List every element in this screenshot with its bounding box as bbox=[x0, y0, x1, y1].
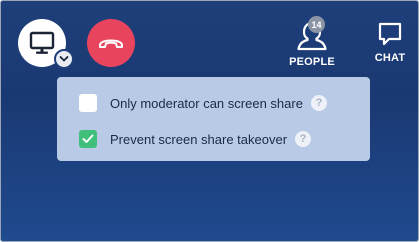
screen-share-options-toggle[interactable] bbox=[54, 49, 74, 69]
screen-share-options-menu: Only moderator can screen share ? Preven… bbox=[57, 77, 370, 161]
people-label: PEOPLE bbox=[289, 56, 335, 68]
checkmark-icon bbox=[82, 134, 94, 143]
prevent-takeover-label: Prevent screen share takeover bbox=[110, 131, 288, 147]
help-icon[interactable]: ? bbox=[295, 131, 312, 147]
chevron-down-icon bbox=[59, 56, 69, 62]
option-prevent-takeover[interactable]: Prevent screen share takeover ? bbox=[57, 125, 370, 153]
help-icon[interactable]: ? bbox=[310, 95, 327, 111]
meeting-stage: 14 PEOPLE CHAT Only moderator can screen… bbox=[0, 0, 419, 242]
people-icon-wrap: 14 bbox=[295, 16, 329, 53]
chat-button[interactable]: CHAT bbox=[369, 19, 411, 64]
chat-label: CHAT bbox=[374, 52, 406, 64]
prevent-takeover-checkbox[interactable] bbox=[79, 130, 97, 148]
only-moderator-label: Only moderator can screen share bbox=[110, 95, 303, 111]
hang-up-button[interactable] bbox=[87, 19, 135, 67]
chat-bubble-icon bbox=[378, 22, 402, 46]
people-button[interactable]: 14 PEOPLE bbox=[287, 16, 337, 68]
option-only-moderator[interactable]: Only moderator can screen share ? bbox=[57, 89, 370, 117]
phone-hangup-icon bbox=[99, 39, 123, 48]
monitor-icon bbox=[29, 31, 55, 54]
people-count-badge: 14 bbox=[308, 16, 325, 33]
only-moderator-checkbox[interactable] bbox=[79, 94, 97, 112]
